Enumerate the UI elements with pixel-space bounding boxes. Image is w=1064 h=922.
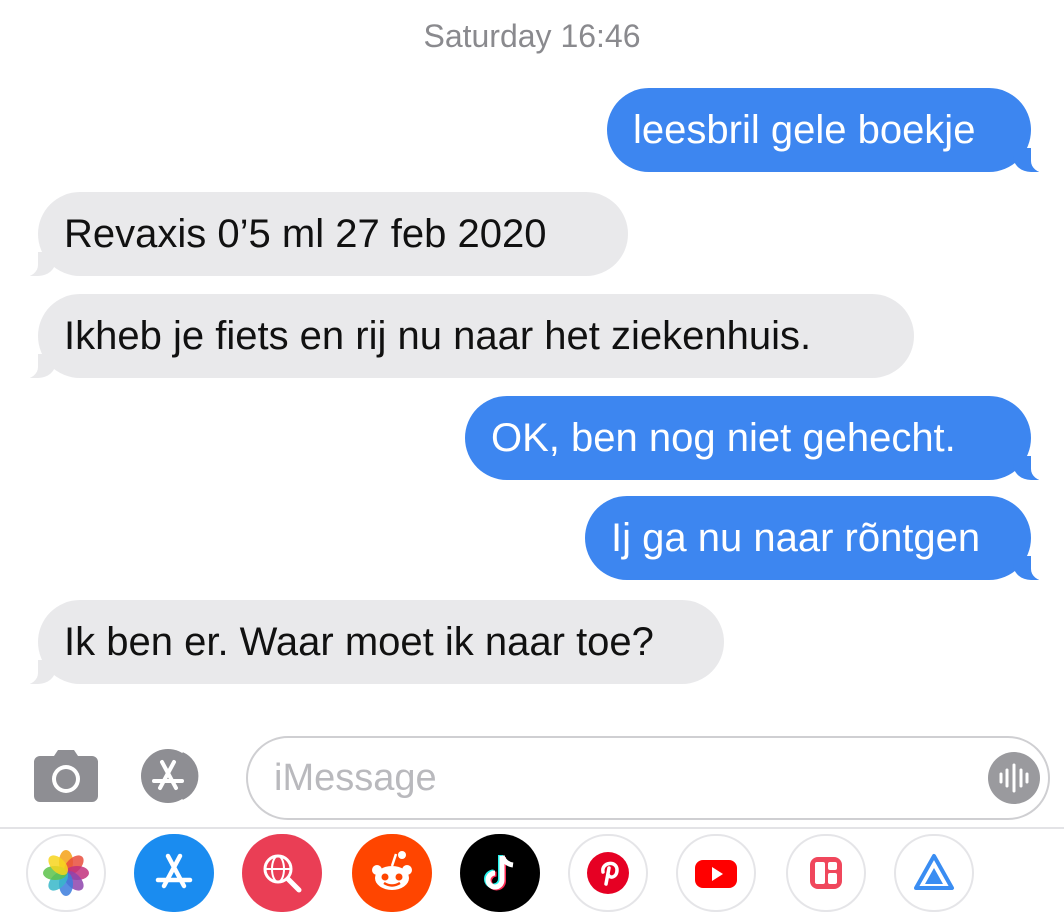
tiktok-icon bbox=[484, 855, 514, 891]
message-input-placeholder: iMessage bbox=[274, 757, 437, 799]
youtube-app-button[interactable] bbox=[676, 834, 756, 912]
triangle-app-button[interactable] bbox=[894, 834, 974, 912]
pinterest-icon bbox=[587, 852, 629, 894]
tiktok-app-button[interactable] bbox=[460, 834, 540, 912]
collage-icon bbox=[810, 857, 842, 889]
message-text: Revaxis 0’5 ml 27 feb 2020 bbox=[64, 212, 547, 256]
app-store-icon bbox=[141, 749, 199, 803]
timestamp: Saturday 16:46 bbox=[423, 18, 641, 54]
camera-icon bbox=[34, 750, 98, 802]
app-store-button[interactable] bbox=[138, 748, 214, 804]
photos-app-button[interactable] bbox=[26, 834, 106, 912]
divider bbox=[0, 827, 1064, 829]
incoming-message[interactable]: Ik ben er. Waar moet ik naar toe? bbox=[14, 600, 724, 685]
dictation-button[interactable] bbox=[988, 752, 1040, 804]
message-text: OK, ben nog niet gehecht. bbox=[491, 416, 956, 460]
camera-button[interactable] bbox=[34, 750, 98, 802]
triangle-app-icon bbox=[914, 854, 954, 890]
incoming-message[interactable]: Ikheb je fiets en rij nu naar het zieken… bbox=[14, 294, 914, 379]
incoming-message[interactable]: Revaxis 0’5 ml 27 feb 2020 bbox=[14, 192, 628, 277]
app-store-icon bbox=[155, 853, 193, 889]
pinterest-app-button[interactable] bbox=[568, 834, 648, 912]
search-globe-icon bbox=[263, 854, 302, 893]
collage-app-button[interactable] bbox=[786, 834, 866, 912]
outgoing-message[interactable]: leesbril gele boekje bbox=[607, 88, 1055, 173]
message-text: Ij ga nu naar rõntgen bbox=[611, 516, 981, 560]
message-text: leesbril gele boekje bbox=[633, 108, 976, 152]
photos-icon bbox=[43, 850, 89, 896]
message-input[interactable]: iMessage bbox=[246, 736, 1050, 820]
message-text: Ik ben er. Waar moet ik naar toe? bbox=[64, 620, 654, 664]
youtube-icon bbox=[695, 860, 737, 888]
reddit-app-button[interactable] bbox=[352, 834, 432, 912]
app-store-app-button[interactable] bbox=[134, 834, 214, 912]
outgoing-message[interactable]: Ij ga nu naar rõntgen bbox=[585, 496, 1055, 581]
search-app-button[interactable] bbox=[242, 834, 322, 912]
message-text: Ikheb je fiets en rij nu naar het zieken… bbox=[64, 314, 812, 358]
outgoing-message[interactable]: OK, ben nog niet gehecht. bbox=[465, 396, 1055, 481]
dictation-icon bbox=[999, 763, 1029, 793]
reddit-icon bbox=[372, 851, 412, 890]
